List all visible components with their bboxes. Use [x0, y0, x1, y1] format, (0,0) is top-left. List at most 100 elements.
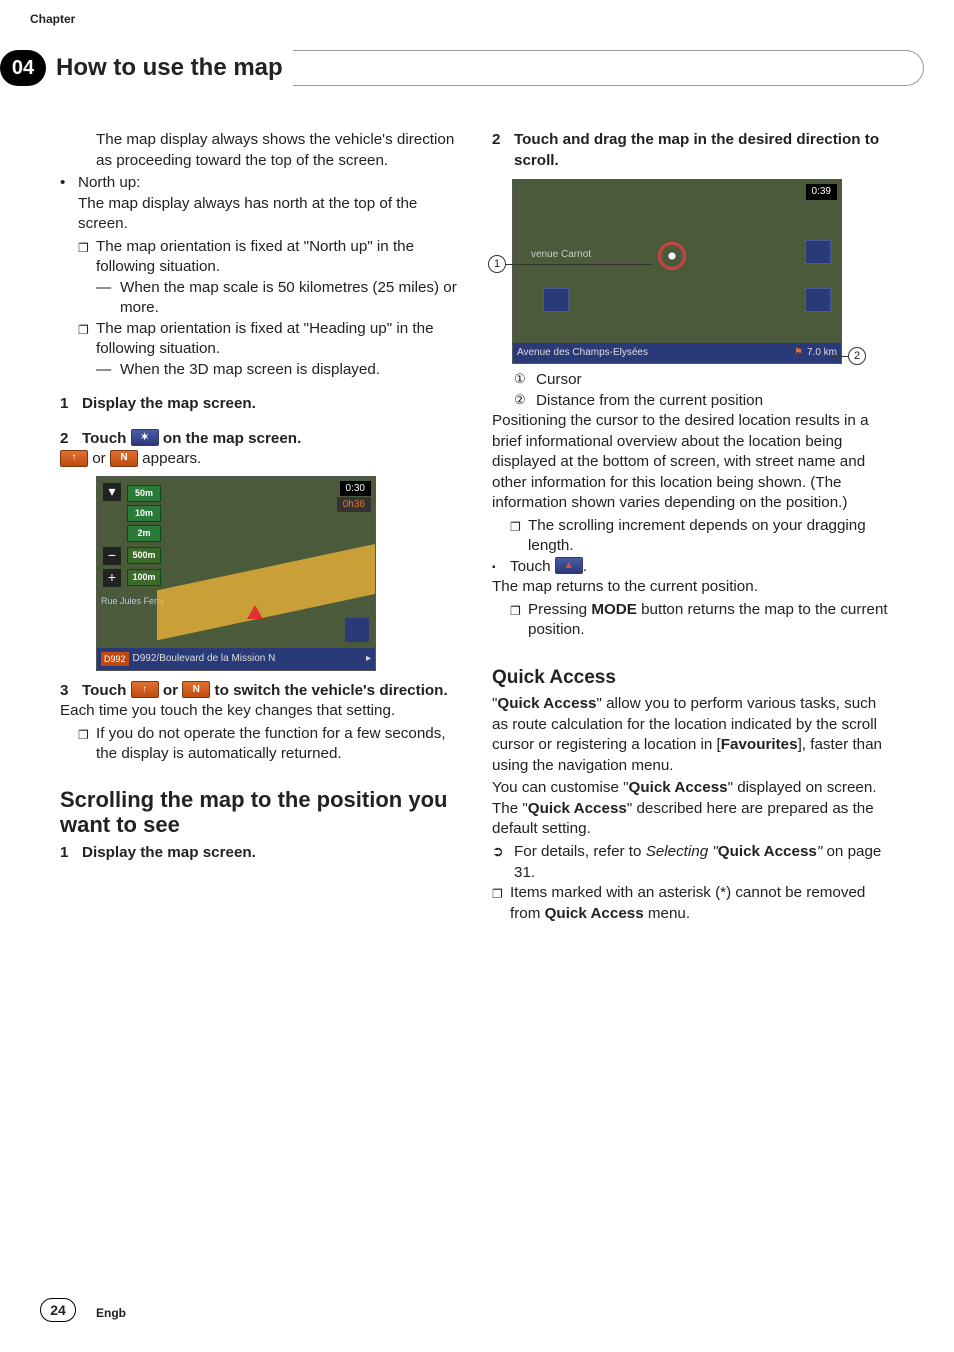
body-text: "Quick Access" allow you to perform vari…: [492, 694, 894, 776]
dash-icon: [96, 360, 120, 381]
zoom-out-icon[interactable]: −: [103, 547, 121, 565]
text-fragment: MODE: [591, 601, 637, 618]
note-text: If you do not operate the function for a…: [96, 724, 462, 765]
callout-marker: 2: [848, 347, 866, 365]
text-fragment: or: [159, 682, 183, 699]
subsection-heading: Quick Access: [492, 665, 894, 691]
icon-glyph: ✶: [140, 431, 148, 445]
legend-number: ①: [514, 370, 536, 391]
map-screenshot-right: 0:39 venue Carnot Avenue des Champs-Elys…: [512, 179, 842, 364]
road-name: D992/Boulevard de la Mission N: [133, 652, 276, 666]
chapter-bar: 04 How to use the map: [0, 50, 924, 86]
reference-text: For details, refer to Selecting "Quick A…: [514, 842, 894, 883]
icon-glyph: N: [193, 683, 200, 697]
heading-up-icon[interactable]: ↑: [60, 450, 88, 467]
note-box-icon: [78, 724, 96, 765]
compass-icon[interactable]: ✶: [131, 429, 159, 446]
street-label: Rue Jules Ferry: [101, 595, 165, 607]
text-fragment: Favourites: [721, 736, 798, 753]
road-tag: D992: [101, 652, 129, 666]
bullet-text: Touch ▲.: [510, 557, 894, 578]
icon-glyph: ▲: [564, 559, 574, 573]
dash-icon: [96, 278, 120, 319]
scale-button[interactable]: 50m: [127, 485, 161, 502]
return-car-icon[interactable]: ▲: [555, 557, 583, 574]
bullet-text: North up:: [78, 173, 462, 194]
note-box-icon: [78, 319, 96, 360]
text-fragment: Pressing: [528, 601, 591, 618]
cursor-ring-icon: [658, 242, 686, 270]
icon-glyph: ↑: [72, 451, 77, 465]
text-fragment: Touch: [82, 430, 131, 447]
legend-text: Distance from the current position: [536, 391, 894, 412]
body-text: The map returns to the current position.: [492, 577, 894, 598]
scale-button[interactable]: 10m: [127, 505, 161, 522]
text-fragment: .: [583, 558, 587, 575]
scale-button[interactable]: 100m: [127, 569, 161, 586]
icon-glyph: N: [120, 451, 127, 465]
map-tool-button[interactable]: [805, 288, 831, 312]
step-number: 2: [492, 130, 514, 171]
flag-icon: ⚑: [794, 346, 803, 360]
text-fragment: Quick Access: [528, 800, 627, 817]
text-fragment: Touch: [82, 682, 131, 699]
note-text: The map orientation is fixed at "North u…: [96, 237, 462, 278]
callout-marker: 1: [488, 255, 506, 273]
heading-up-icon[interactable]: ↑: [131, 681, 159, 698]
right-column: 2Touch and drag the map in the desired d…: [492, 130, 894, 924]
step-body: Each time you touch the key changes that…: [60, 701, 462, 722]
map-tool-button[interactable]: [805, 240, 831, 264]
note-text: Pressing MODE button returns the map to …: [528, 600, 894, 641]
body-text: The map display always has north at the …: [60, 194, 462, 235]
step-number: 1: [60, 394, 82, 415]
square-bullet-icon: [492, 557, 510, 578]
text-fragment: Touch: [510, 558, 555, 575]
text-fragment: to switch the vehicle's direction.: [210, 682, 447, 699]
map-tool-button[interactable]: [543, 288, 569, 312]
north-up-icon[interactable]: N: [182, 681, 210, 698]
status-bar: Avenue des Champs-Elysées ⚑7.0 km: [513, 343, 841, 363]
zoom-in-icon[interactable]: +: [103, 569, 121, 587]
page-number: 24: [40, 1298, 76, 1322]
legend-text: Cursor: [536, 370, 894, 391]
distance-value: 7.0 km: [807, 346, 837, 360]
legend-number: ②: [514, 391, 536, 412]
text-fragment: or: [88, 450, 110, 467]
body-text: The map display always shows the vehicle…: [60, 130, 462, 171]
chapter-title: How to use the map: [56, 54, 283, 82]
menu-square-icon[interactable]: [345, 618, 369, 642]
chapter-number-badge: 04: [0, 50, 46, 86]
map-screenshot-left: 0:30 0h36 ▾ 50m 10m 2m − 500m + 100m Rue…: [96, 476, 376, 671]
callout-line: [506, 264, 652, 265]
step-number: 2: [60, 429, 82, 450]
step-text: Display the map screen.: [82, 394, 462, 415]
step-text: Touch ↑ or N to switch the vehicle's dir…: [82, 681, 462, 702]
note-box-icon: [492, 883, 510, 924]
left-column: The map display always shows the vehicle…: [60, 130, 462, 924]
status-bar: D992 D992/Boulevard de la Mission N ▸: [97, 648, 375, 670]
step-text: Touch ✶ on the map screen.: [82, 429, 462, 450]
note-box-icon: [510, 516, 528, 557]
icon-glyph: ↑: [142, 683, 147, 697]
text-fragment: appears.: [138, 450, 201, 467]
scale-button[interactable]: 500m: [127, 547, 161, 564]
body-text: Positioning the cursor to the desired lo…: [492, 411, 894, 514]
clock-badge: 0:30: [340, 481, 371, 497]
text-fragment: Quick Access: [545, 905, 644, 922]
step-text: Touch and drag the map in the desired di…: [514, 130, 894, 171]
note-box-icon: [78, 237, 96, 278]
bullet-dot-icon: [60, 173, 78, 194]
dash-text: When the 3D map screen is displayed.: [120, 360, 462, 381]
north-up-icon[interactable]: N: [110, 450, 138, 467]
eta-badge: 0h36: [337, 497, 371, 513]
zoom-marker-icon[interactable]: ▾: [103, 483, 121, 501]
text-fragment: menu.: [644, 905, 690, 922]
text-fragment: Quick Access: [497, 695, 596, 712]
text-fragment: Quick Access: [629, 779, 728, 796]
clock-badge: 0:39: [806, 184, 837, 200]
text-fragment: For details, refer to: [514, 843, 646, 860]
scale-button[interactable]: 2m: [127, 525, 161, 542]
step-number: 3: [60, 681, 82, 702]
vehicle-arrow-icon: [247, 605, 263, 619]
text-fragment: on the map screen.: [159, 430, 302, 447]
